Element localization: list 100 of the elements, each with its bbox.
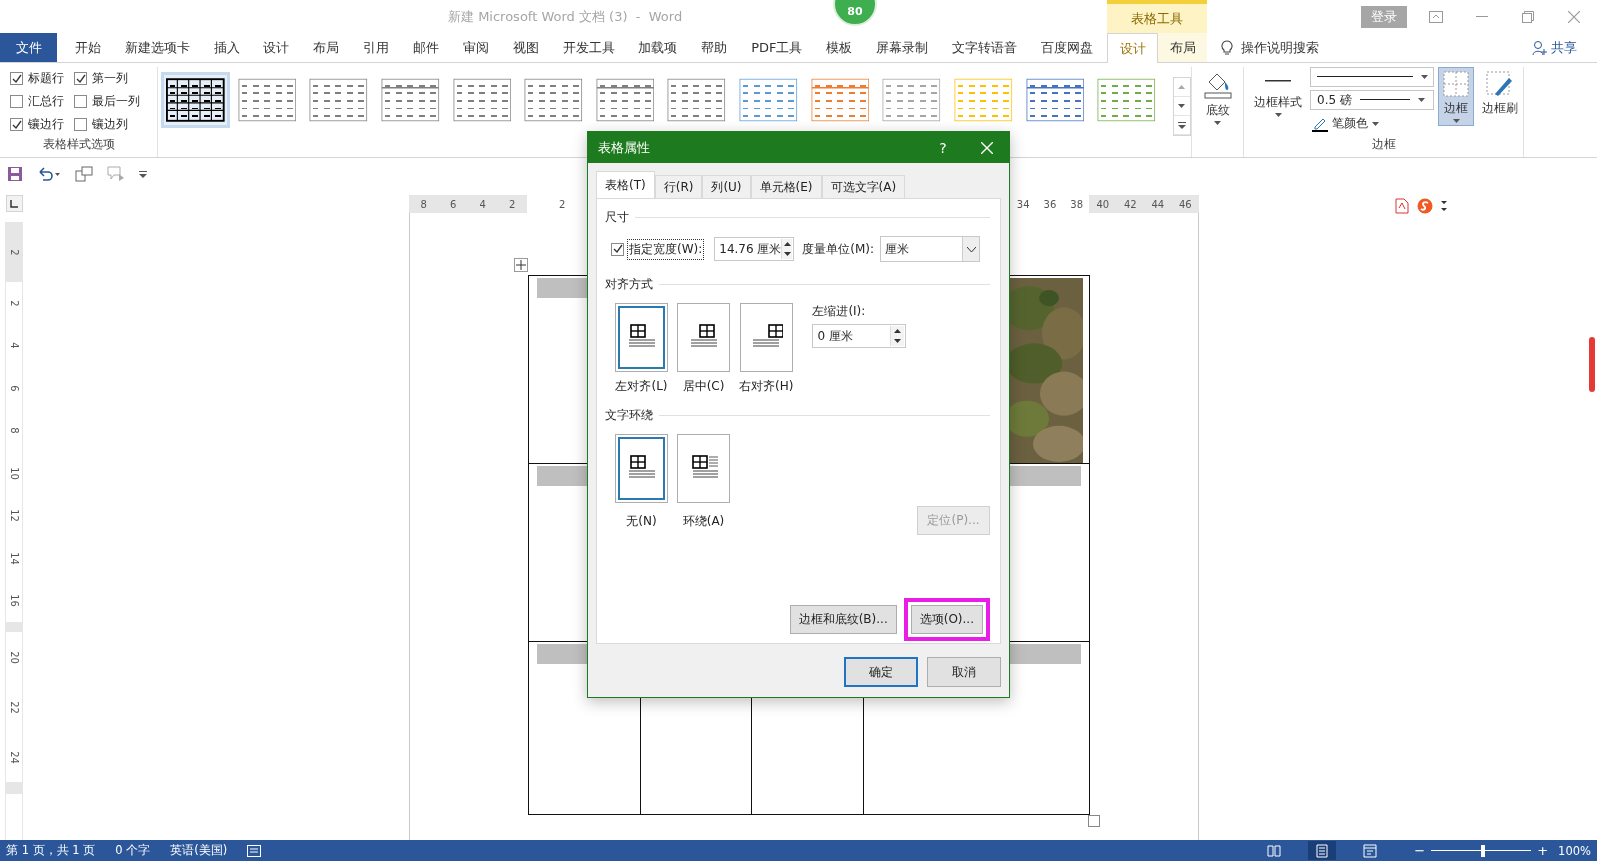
ribbon-tab[interactable]: 文字转语音 [946, 33, 1024, 62]
caret-icon [1417, 98, 1425, 102]
pen-color-button[interactable]: 笔颜色 [1310, 113, 1434, 134]
save-icon [7, 166, 23, 182]
ribbon-tab[interactable]: 文件 [0, 33, 57, 62]
zoom-percent[interactable]: 100% [1558, 843, 1591, 858]
zoom-out-button[interactable]: − [1414, 843, 1426, 858]
field-label: 度量单位(M): [802, 240, 875, 258]
ribbon-tab[interactable]: 屏幕录制 [870, 33, 935, 62]
ribbon-tab[interactable]: PDF工具 [745, 33, 809, 62]
score-badge: 80 [833, 0, 877, 26]
ribbon-tab[interactable]: 设计 [1107, 33, 1158, 63]
ribbon-tab[interactable]: 布局 [1158, 33, 1207, 62]
browser-icon [1363, 843, 1378, 858]
table-move-handle[interactable] [514, 258, 528, 272]
ribbon-display-icon [1429, 10, 1443, 23]
style-option-checkbox[interactable]: 镶边列 [74, 116, 154, 133]
close-icon [981, 141, 993, 154]
dialog-button[interactable]: 边框和底纹(B)... [789, 605, 897, 634]
check-icon [75, 73, 86, 84]
comment-button[interactable] [107, 166, 125, 182]
input-method-icon[interactable] [1417, 198, 1433, 214]
field-label: 左缩进(I): [812, 303, 867, 320]
ruler-number: 6 [450, 198, 457, 210]
ruler-number: 2 [8, 248, 20, 256]
caret-up-icon [783, 242, 791, 246]
brush-icon [1485, 70, 1515, 98]
borders-button[interactable]: 边框 [1438, 67, 1474, 126]
help-button[interactable]: ? [921, 138, 965, 157]
ribbon-tab[interactable]: 开始 [68, 33, 107, 62]
dialog-tab[interactable]: 单元格(E) [750, 175, 822, 198]
language-indicator[interactable]: 英语(美国) [170, 843, 228, 858]
line-icon [1317, 76, 1413, 78]
ruler-number: 38 [1070, 198, 1083, 210]
dialog-title: 表格属性 [598, 138, 650, 157]
move-icon [516, 260, 526, 270]
zoom-in-button[interactable]: + [1537, 843, 1549, 858]
copy-button[interactable] [75, 166, 93, 182]
ribbon-tab[interactable]: 引用 [357, 33, 396, 62]
undo-button[interactable] [37, 166, 61, 182]
share-button[interactable]: 共享 [1526, 37, 1583, 58]
dialog-tab[interactable]: 表格(T) [596, 171, 655, 198]
line-weight-dropdown[interactable]: 0.5 磅 [1310, 90, 1434, 110]
dialog-tab[interactable]: 可选文字(A) [821, 175, 906, 198]
comment-icon [107, 166, 125, 182]
print-view-button[interactable] [1308, 841, 1337, 860]
tell-me-search[interactable]: 操作说明搜索 [1241, 38, 1319, 57]
section-label: 文字环绕 [605, 407, 653, 424]
tab-stop-icon [10, 199, 18, 208]
ribbon-tab[interactable]: 设计 [257, 33, 296, 62]
ribbon-tab[interactable]: 审阅 [456, 33, 495, 62]
ribbon-tab[interactable]: 新建选项卡 [118, 33, 196, 62]
line-style-dropdown[interactable] [1310, 67, 1434, 87]
expand-icon [1177, 121, 1186, 129]
caret-icon [1421, 75, 1428, 79]
style-option-checkbox[interactable]: 镶边行 [10, 116, 74, 133]
macro-icon[interactable] [247, 844, 262, 857]
check-icon [11, 119, 22, 130]
ruler-number: 20 [8, 650, 20, 664]
table-style-thumbnail[interactable] [164, 75, 227, 125]
ruler-number: 8 [420, 198, 427, 210]
close-icon [1568, 10, 1580, 23]
ribbon-tab[interactable]: 百度网盘 [1034, 33, 1099, 62]
ribbon-tab[interactable]: 帮助 [695, 33, 734, 62]
more-icon[interactable] [1441, 199, 1447, 213]
ruler-number: 46 [1178, 198, 1192, 210]
tab-selector[interactable] [5, 195, 23, 212]
width-field[interactable]: 14.76 厘米 [714, 237, 795, 261]
ribbon-tab[interactable]: 邮件 [407, 33, 445, 62]
shading-button[interactable]: 底纹 [1192, 67, 1243, 128]
line-icon [1265, 80, 1291, 82]
ribbon-tab[interactable]: 模板 [820, 33, 859, 62]
unit-select[interactable]: 厘米 [880, 236, 981, 262]
cancel-button[interactable]: 取消 [927, 657, 1001, 687]
style-option-checkbox[interactable]: 第一列 [74, 70, 154, 87]
customize-button[interactable] [139, 170, 147, 178]
ruler-number: 12 [8, 509, 20, 523]
style-option-checkbox[interactable]: 标题行 [10, 70, 74, 87]
page-count: 第 1 页，共 1 页 [6, 843, 96, 858]
ribbon-tab[interactable]: 视图 [506, 33, 545, 62]
ribbon-tab[interactable]: 加载项 [632, 33, 684, 62]
ribbon-tab[interactable]: 开发工具 [556, 33, 621, 62]
dialog-button[interactable]: 选项(O)... [910, 605, 983, 634]
border-painter-button[interactable]: 边框刷 [1478, 67, 1522, 120]
pdf-icon[interactable] [1395, 198, 1409, 214]
zoom-thumb[interactable] [1481, 844, 1486, 857]
ruler-number: 2 [8, 300, 20, 307]
caret-icon [1214, 121, 1221, 125]
ok-button[interactable]: 确定 [844, 657, 918, 687]
save-button[interactable] [7, 166, 23, 182]
table-resize-handle[interactable] [1088, 815, 1100, 827]
dialog-tab[interactable]: 列(U) [702, 175, 751, 198]
indent-field[interactable]: 0 厘米 [812, 324, 907, 348]
border-styles-button[interactable]: 边框样式 [1250, 67, 1306, 120]
style-option-checkbox[interactable]: 最后一列 [74, 93, 154, 110]
ribbon-tab[interactable]: 布局 [307, 33, 346, 62]
word-count: 0 个字 [115, 843, 151, 858]
dialog-tab[interactable]: 行(R) [654, 175, 703, 198]
style-option-checkbox[interactable]: 汇总行 [10, 93, 74, 110]
ribbon-tab[interactable]: 插入 [207, 33, 246, 62]
